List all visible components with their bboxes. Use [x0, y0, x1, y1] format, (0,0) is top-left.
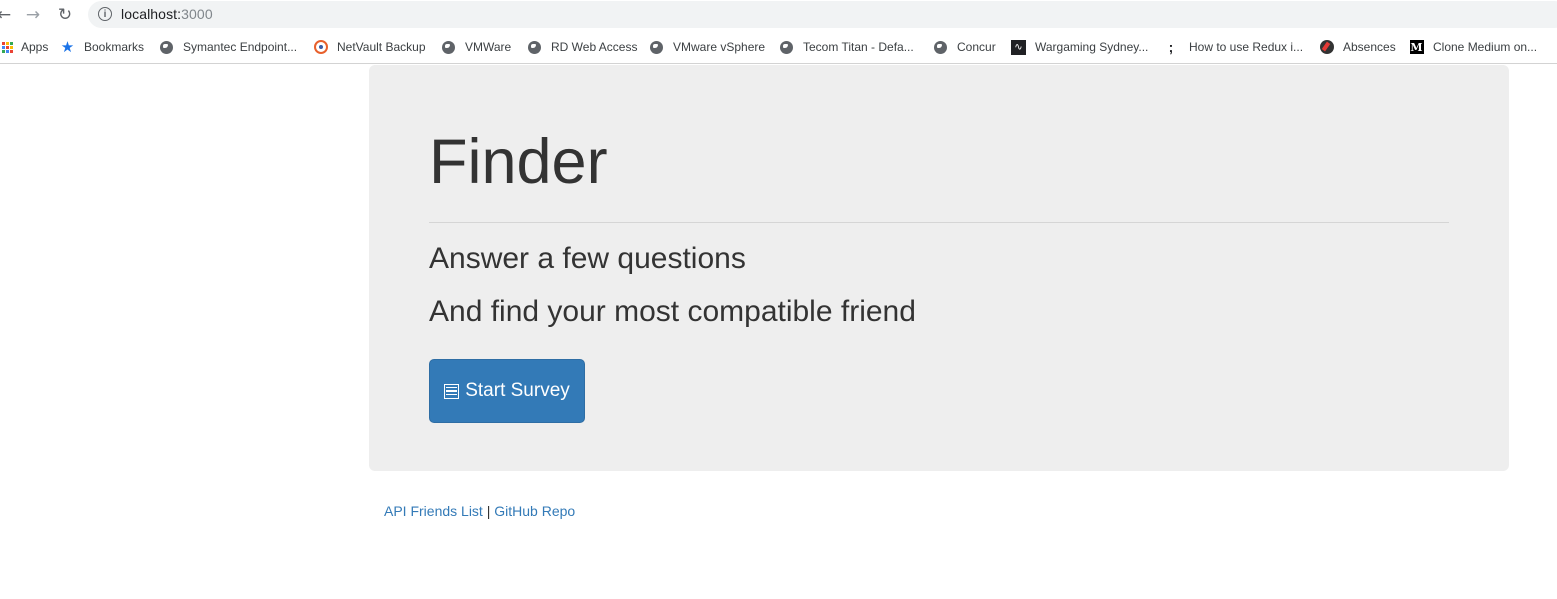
pulse-icon: ∿ — [1011, 39, 1026, 55]
bookmark-label: Clone Medium on... — [1433, 40, 1538, 54]
apps-grid-icon — [0, 40, 15, 55]
star-icon: ★ — [60, 38, 75, 56]
medium-icon: M — [1409, 40, 1424, 54]
bookmarks-bar: Apps ★ Bookmarks Symantec Endpoint... Ne… — [0, 30, 1557, 64]
bookmark-redux[interactable]: ; How to use Redux i... — [1167, 38, 1303, 56]
bookmark-concur[interactable]: Concur — [933, 38, 996, 56]
globe-icon — [527, 40, 542, 55]
reload-icon[interactable]: ↻ — [55, 5, 75, 25]
footer-separator: | — [486, 503, 491, 519]
bookmark-label: How to use Redux i... — [1189, 40, 1304, 54]
divider — [429, 222, 1449, 223]
netvault-icon — [313, 40, 328, 55]
bookmark-apps[interactable]: Apps — [0, 38, 48, 56]
bookmark-tecom-titan[interactable]: Tecom Titan - Defa... — [779, 38, 914, 56]
page-title: Finder — [429, 127, 608, 197]
bookmark-vmware[interactable]: VMWare — [441, 38, 511, 56]
bookmark-label: VMware vSphere — [673, 40, 766, 54]
bookmark-label: Tecom Titan - Defa... — [803, 40, 914, 54]
start-survey-label: Start Survey — [465, 380, 570, 401]
info-icon[interactable]: i — [98, 7, 112, 21]
bookmark-symantec[interactable]: Symantec Endpoint... — [159, 38, 297, 56]
bookmark-label: Concur — [957, 40, 996, 54]
browser-toolbar: ← → ↻ i localhost:3000 — [0, 0, 1557, 30]
globe-icon — [779, 40, 794, 55]
globe-icon — [933, 40, 948, 55]
bookmark-medium[interactable]: M Clone Medium on... — [1409, 38, 1537, 56]
list-icon — [444, 383, 460, 399]
globe-icon — [441, 40, 456, 55]
url-host: localhost: — [121, 6, 182, 22]
url-port: 3000 — [181, 6, 213, 22]
globe-icon — [159, 40, 174, 55]
url-text[interactable]: localhost:3000 — [121, 6, 213, 22]
absences-icon — [1319, 40, 1334, 55]
bookmark-absences[interactable]: Absences — [1319, 38, 1396, 56]
bookmark-vmware-vsphere[interactable]: VMware vSphere — [649, 38, 765, 56]
bookmark-label: Symantec Endpoint... — [183, 40, 298, 54]
jumbotron: Finder Answer a few questions And find y… — [369, 65, 1509, 471]
subtitle-answer: Answer a few questions — [429, 242, 746, 275]
bookmark-label: RD Web Access — [551, 40, 638, 54]
start-survey-button[interactable]: Start Survey — [429, 359, 585, 423]
bookmark-label: Apps — [21, 40, 49, 54]
bookmark-wargaming[interactable]: ∿ Wargaming Sydney... — [1011, 38, 1148, 56]
footer: API Friends List | GitHub Repo — [384, 503, 575, 519]
bookmark-bookmarks[interactable]: ★ Bookmarks — [60, 38, 144, 56]
forward-arrow-icon[interactable]: → — [23, 5, 43, 25]
bookmark-label: Bookmarks — [84, 40, 145, 54]
subtitle-find: And find your most compatible friend — [429, 295, 916, 328]
globe-icon — [649, 40, 664, 55]
bookmark-label: Absences — [1343, 40, 1396, 54]
github-repo-link[interactable]: GitHub Repo — [494, 503, 575, 519]
bookmark-label: Wargaming Sydney... — [1035, 40, 1149, 54]
api-friends-list-link[interactable]: API Friends List — [384, 503, 483, 519]
bookmark-rd-web-access[interactable]: RD Web Access — [527, 38, 637, 56]
bookmark-netvault[interactable]: NetVault Backup — [313, 38, 426, 56]
address-bar[interactable]: i localhost:3000 — [88, 1, 1557, 28]
dots-icon: ; — [1168, 39, 1174, 55]
back-arrow-icon[interactable]: ← — [0, 5, 14, 25]
bookmark-label: NetVault Backup — [337, 40, 426, 54]
bookmark-label: VMWare — [465, 40, 512, 54]
